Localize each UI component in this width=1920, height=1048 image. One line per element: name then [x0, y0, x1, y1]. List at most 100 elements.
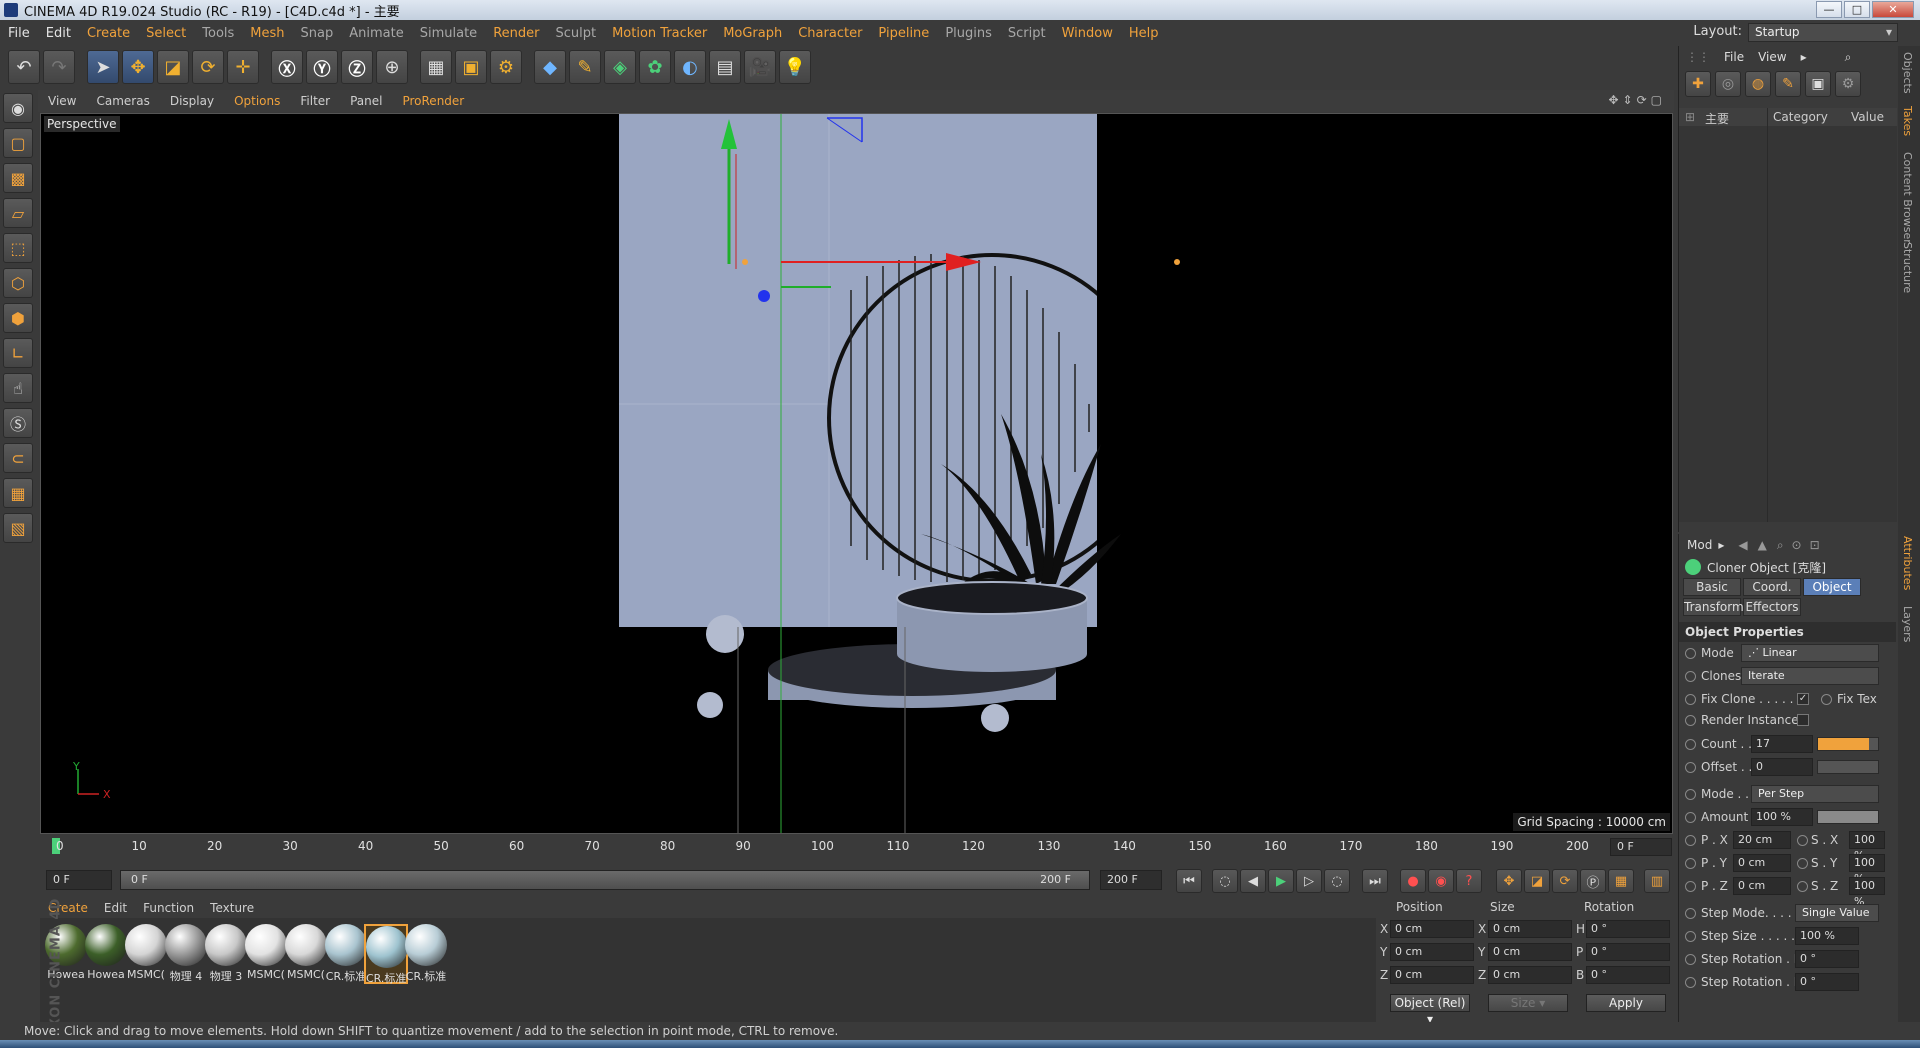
- column-divider[interactable]: [1767, 108, 1768, 522]
- previous-key-icon[interactable]: ◌: [1212, 869, 1238, 893]
- viewport-perspective[interactable]: Y X Perspective Grid Spacing : 10000 cm: [40, 113, 1673, 834]
- mode-select[interactable]: ⋰ Linear: [1741, 644, 1879, 662]
- new-panel-icon[interactable]: ⊡: [1810, 538, 1820, 552]
- viewport-menu-cameras[interactable]: Cameras: [86, 94, 159, 108]
- pen-spline-icon[interactable]: ✎: [569, 50, 601, 84]
- next-key-icon[interactable]: ◌: [1324, 869, 1350, 893]
- menu-tools[interactable]: Tools: [194, 26, 242, 41]
- go-to-start-icon[interactable]: ⏮: [1176, 869, 1202, 893]
- light-icon[interactable]: 💡: [779, 50, 811, 84]
- render-picture-viewer-icon[interactable]: ▣: [455, 50, 487, 84]
- fix-texture-animate-toggle[interactable]: [1821, 694, 1832, 705]
- sy-field[interactable]: 100 %: [1849, 854, 1885, 885]
- move-tool-icon[interactable]: ✥: [122, 50, 154, 84]
- material-menu-edit[interactable]: Edit: [96, 901, 135, 915]
- viewport-menu-filter[interactable]: Filter: [290, 94, 340, 108]
- search-icon[interactable]: ⌕: [1838, 50, 1859, 65]
- om-menu-file[interactable]: File: [1717, 50, 1751, 64]
- viewport-menu-prorender[interactable]: ProRender: [392, 94, 474, 108]
- side-tab-objects[interactable]: Objects: [1901, 52, 1914, 94]
- camera-label[interactable]: Perspective: [44, 116, 120, 132]
- tab-basic[interactable]: Basic: [1683, 578, 1741, 596]
- menu-mograph[interactable]: MoGraph: [715, 26, 790, 41]
- menu-pipeline[interactable]: Pipeline: [870, 26, 937, 41]
- x-axis-lock-icon[interactable]: Ⓧ: [271, 50, 303, 84]
- planar-workplane-icon[interactable]: ▧: [3, 513, 33, 543]
- material-swatch[interactable]: Howea: [84, 924, 128, 984]
- chevron-right-icon[interactable]: ▸: [1718, 538, 1724, 552]
- step-size-field[interactable]: 100 %: [1795, 927, 1859, 945]
- record-parameter-icon[interactable]: Ⓟ: [1580, 869, 1606, 893]
- back-arrow-icon[interactable]: ◀: [1738, 538, 1747, 552]
- coordinate-mode-select[interactable]: Object (Rel) ▾: [1390, 994, 1470, 1026]
- sz-animate-toggle[interactable]: [1797, 881, 1808, 892]
- tab-effectors[interactable]: Effectors: [1743, 598, 1801, 616]
- axis-mode-icon[interactable]: ∟: [3, 338, 33, 368]
- previous-frame-icon[interactable]: ◀: [1240, 869, 1266, 893]
- play-forwards-icon[interactable]: ▶: [1268, 869, 1294, 893]
- material-menu-function[interactable]: Function: [135, 901, 202, 915]
- step-mode-animate-toggle[interactable]: [1685, 908, 1696, 919]
- mode2-animate-toggle[interactable]: [1685, 789, 1696, 800]
- y-axis-lock-icon[interactable]: Ⓨ: [306, 50, 338, 84]
- viewport-menu-options[interactable]: Options: [224, 94, 290, 108]
- timeline-window-icon[interactable]: ▥: [1644, 869, 1670, 893]
- next-frame-icon[interactable]: ▷: [1296, 869, 1322, 893]
- menu-window[interactable]: Window: [1054, 26, 1121, 41]
- offset-animate-toggle[interactable]: [1685, 762, 1696, 773]
- menu-sculpt[interactable]: Sculpt: [547, 26, 604, 41]
- menu-render[interactable]: Render: [485, 26, 547, 41]
- current-frame-field[interactable]: 0 F: [1610, 838, 1672, 856]
- minimize-button[interactable]: —: [1816, 1, 1842, 18]
- material-swatch[interactable]: MSMC(: [124, 924, 168, 984]
- points-mode-icon[interactable]: ⬚: [3, 233, 33, 263]
- position-field[interactable]: 0 cm: [1390, 966, 1474, 984]
- material-menu-texture[interactable]: Texture: [202, 901, 262, 915]
- step-rotation-p-field[interactable]: 0 °: [1795, 973, 1859, 991]
- menu-help[interactable]: Help: [1121, 26, 1167, 41]
- viewport-menu-display[interactable]: Display: [160, 94, 224, 108]
- material-swatch[interactable]: CR.标准: [404, 924, 448, 984]
- autokeying-icon[interactable]: ◉: [1428, 869, 1454, 893]
- rotation-field[interactable]: 0 °: [1586, 966, 1670, 984]
- size-field[interactable]: 0 cm: [1488, 943, 1572, 961]
- step-rotation-p-animate-toggle[interactable]: [1685, 977, 1696, 988]
- lock-overrides-icon[interactable]: ✎: [1775, 71, 1801, 97]
- record-pla-icon[interactable]: ▦: [1608, 869, 1634, 893]
- workplane-mode-icon[interactable]: ▱: [3, 198, 33, 228]
- fix-clone-checkbox[interactable]: ✓: [1797, 693, 1809, 705]
- cube-primitive-icon[interactable]: ◆: [534, 50, 566, 84]
- menu-mesh[interactable]: Mesh: [242, 26, 292, 41]
- solo-mode-icon[interactable]: Ⓢ: [3, 408, 33, 438]
- material-swatch[interactable]: 物理 3: [204, 924, 248, 984]
- start-frame-field[interactable]: 0 F: [46, 870, 112, 890]
- subdivision-surface-icon[interactable]: ◈: [604, 50, 636, 84]
- search-icon[interactable]: ⌕: [1777, 538, 1784, 553]
- viewport-menu-view[interactable]: View: [38, 94, 86, 108]
- rotation-field[interactable]: 0 °: [1586, 943, 1670, 961]
- scale-tool-icon[interactable]: ◪: [157, 50, 189, 84]
- py-field[interactable]: 0 cm: [1733, 854, 1791, 872]
- menu-motion-tracker[interactable]: Motion Tracker: [604, 26, 715, 41]
- clones-animate-toggle[interactable]: [1685, 671, 1696, 682]
- side-tab-structure[interactable]: Structure: [1901, 242, 1914, 293]
- apply-button[interactable]: Apply: [1586, 994, 1666, 1012]
- position-field[interactable]: 0 cm: [1390, 920, 1474, 938]
- model-mode-icon[interactable]: ▢: [3, 128, 33, 158]
- transform-tool-icon[interactable]: ✛: [227, 50, 259, 84]
- om-menu-view[interactable]: View: [1751, 50, 1793, 64]
- menu-file[interactable]: File: [0, 26, 38, 41]
- step-size-animate-toggle[interactable]: [1685, 931, 1696, 942]
- lock-icon[interactable]: ⊙: [1792, 538, 1802, 552]
- render-instances-checkbox[interactable]: [1797, 714, 1809, 726]
- side-tab-attributes[interactable]: Attributes: [1901, 536, 1914, 590]
- render-settings-icon[interactable]: ⚙: [490, 50, 522, 84]
- close-button[interactable]: ✕: [1872, 1, 1914, 18]
- tab-object[interactable]: Object: [1803, 578, 1861, 596]
- viewport-menu-panel[interactable]: Panel: [340, 94, 392, 108]
- px-animate-toggle[interactable]: [1685, 835, 1696, 846]
- render-view-icon[interactable]: ▦: [420, 50, 452, 84]
- tab-coord[interactable]: Coord.: [1743, 578, 1801, 596]
- workplane-lock-icon[interactable]: ▦: [3, 478, 33, 508]
- rotate-tool-icon[interactable]: ⟳: [192, 50, 224, 84]
